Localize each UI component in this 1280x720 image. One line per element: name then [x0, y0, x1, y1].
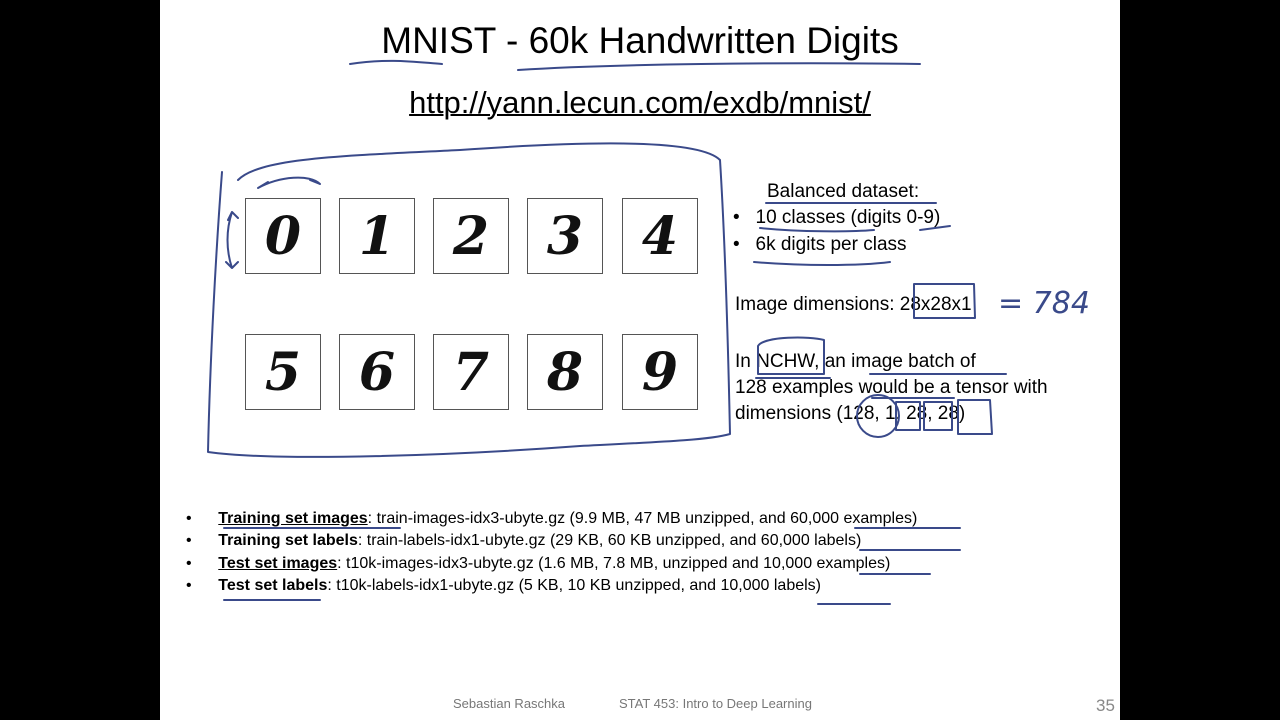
width-arrow	[257, 176, 321, 189]
range-underline	[919, 225, 951, 231]
width-box	[957, 399, 993, 435]
batch-circle	[856, 394, 900, 438]
slide: MNIST - 60k Handwritten Digits http://ya…	[160, 0, 1120, 720]
classes-underline	[759, 227, 875, 233]
height-box	[923, 401, 953, 431]
per-class-underline	[753, 261, 891, 266]
ink-annotations	[207, 59, 1007, 605]
digit-group-outline	[207, 142, 731, 458]
height-arrow	[225, 211, 239, 269]
title-underline-right	[517, 62, 921, 71]
dim-box	[913, 283, 976, 319]
title-underline-left	[349, 59, 443, 65]
dim-annotation: = 784	[998, 286, 1090, 321]
nchw-box	[757, 336, 825, 375]
